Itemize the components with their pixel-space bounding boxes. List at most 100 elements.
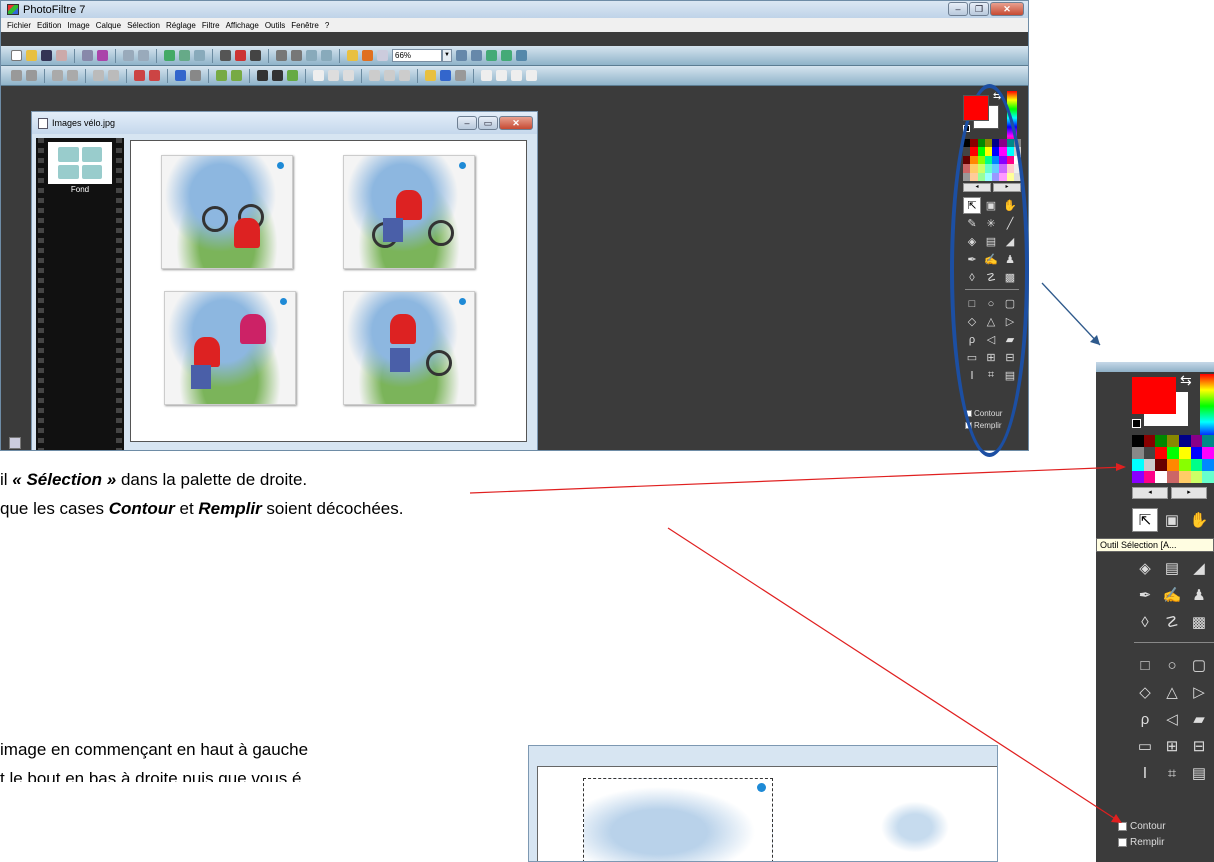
select-all-icon[interactable]: [306, 50, 317, 61]
triangle-right-icon[interactable]: ▷: [1186, 679, 1212, 705]
align-icon[interactable]: Ⅰ: [1132, 760, 1158, 786]
color-swatch[interactable]: [1143, 459, 1156, 471]
ratio-32-icon[interactable]: ⊟: [1186, 733, 1212, 759]
reset-colors-icon[interactable]: [1132, 419, 1141, 428]
color-swatch[interactable]: [1202, 447, 1214, 459]
saturation-minus-icon[interactable]: [149, 70, 160, 81]
copy-icon[interactable]: [164, 50, 175, 61]
zoom-in-icon[interactable]: [456, 50, 467, 61]
menu-help[interactable]: ?: [325, 21, 329, 30]
rectangle-shape-icon[interactable]: □: [1132, 652, 1158, 678]
brightness-icon[interactable]: [52, 70, 63, 81]
fullscreen-icon[interactable]: [377, 50, 388, 61]
edge-icon[interactable]: [399, 70, 410, 81]
zoom-remplir-checkbox[interactable]: Remplir: [1118, 837, 1164, 848]
color-swatch[interactable]: [1202, 471, 1214, 483]
zoom-hue-bar[interactable]: [1200, 374, 1214, 438]
image-size-icon[interactable]: [220, 50, 231, 61]
histogram-icon[interactable]: [250, 50, 261, 61]
menu-reglage[interactable]: Réglage: [166, 21, 196, 30]
rounded-rect-icon[interactable]: ▢: [1186, 652, 1212, 678]
brightness-minus-icon[interactable]: [67, 70, 78, 81]
color-swatch[interactable]: [1132, 471, 1144, 483]
zoom-out-icon[interactable]: [471, 50, 482, 61]
color-swatch[interactable]: [1178, 471, 1191, 483]
image-restore-button[interactable]: ▭: [478, 116, 498, 130]
layer-thumbnail[interactable]: [48, 142, 112, 184]
automation-icon[interactable]: [362, 50, 373, 61]
save-as-icon[interactable]: [56, 50, 67, 61]
border-icon[interactable]: [496, 70, 507, 81]
image-close-button[interactable]: ✕: [499, 116, 533, 130]
frame-icon[interactable]: [526, 70, 537, 81]
lasso-icon[interactable]: ρ: [1132, 706, 1158, 732]
chevron-down-icon[interactable]: ▼: [442, 49, 452, 62]
blur-icon[interactable]: [313, 70, 324, 81]
color-swatch[interactable]: [1167, 459, 1179, 471]
selection-frame-icon[interactable]: ⌗: [1159, 760, 1185, 786]
swatch-next-button[interactable]: ▸: [1171, 487, 1207, 499]
advanced-brush-icon[interactable]: ✍: [1159, 582, 1185, 608]
layer-status-icon[interactable]: [9, 437, 21, 449]
gamma-icon[interactable]: [175, 70, 186, 81]
color-swatch[interactable]: [1155, 435, 1168, 447]
color-swatch[interactable]: [1190, 447, 1203, 459]
crop-icon[interactable]: [276, 50, 287, 61]
menu-edition[interactable]: Edition: [37, 21, 61, 30]
color-swatch[interactable]: [1167, 471, 1179, 483]
color-swatch[interactable]: [1190, 435, 1203, 447]
contrast-minus-icon[interactable]: [108, 70, 119, 81]
swatch-prev-button[interactable]: ◂: [1132, 487, 1168, 499]
menu-outils[interactable]: Outils: [265, 21, 285, 30]
image-canvas[interactable]: [130, 140, 527, 442]
save-icon[interactable]: [41, 50, 52, 61]
menu-affichage[interactable]: Affichage: [226, 21, 259, 30]
hand-tool-icon[interactable]: ✋: [1186, 508, 1212, 532]
noise-icon[interactable]: [369, 70, 380, 81]
diamond-shape-icon[interactable]: ◇: [1132, 679, 1158, 705]
ratio-43-icon[interactable]: ⊞: [1159, 733, 1185, 759]
stamp-icon[interactable]: ♟: [1186, 582, 1212, 608]
color-swatch[interactable]: [1178, 447, 1191, 459]
ellipse-shape-icon[interactable]: ○: [1159, 652, 1185, 678]
redo-icon[interactable]: [138, 50, 149, 61]
open-file-icon[interactable]: [26, 50, 37, 61]
color-swatch[interactable]: [1167, 447, 1179, 459]
ratio-free-icon[interactable]: ▭: [1132, 733, 1158, 759]
zoom-contour-checkbox[interactable]: Contour: [1118, 821, 1166, 832]
menu-filtre[interactable]: Filtre: [202, 21, 220, 30]
color-swatch[interactable]: [1190, 471, 1203, 483]
display-icon[interactable]: [516, 50, 527, 61]
text-icon[interactable]: [321, 50, 332, 61]
color-swatch[interactable]: [1202, 435, 1214, 447]
color-swatch[interactable]: [1143, 447, 1156, 459]
flip-h-icon[interactable]: [425, 70, 436, 81]
window-icon[interactable]: ▤: [1186, 760, 1212, 786]
auto-level-icon[interactable]: [11, 70, 22, 81]
swap-colors-icon[interactable]: ⇆: [1180, 372, 1192, 389]
triangle-shape-icon[interactable]: △: [1159, 679, 1185, 705]
spray-tool-icon[interactable]: ▤: [1159, 555, 1185, 581]
grayscale-icon[interactable]: [257, 70, 268, 81]
print-icon[interactable]: [82, 50, 93, 61]
clone-icon[interactable]: ▩: [1186, 609, 1212, 635]
color-swatch[interactable]: [1132, 447, 1144, 459]
menu-fichier[interactable]: Fichier: [7, 21, 31, 30]
new-file-icon[interactable]: [11, 50, 22, 61]
fit-window-icon[interactable]: [486, 50, 497, 61]
color-swatch[interactable]: [1178, 459, 1191, 471]
zoom-select[interactable]: 66%: [392, 49, 442, 62]
saturation-icon[interactable]: [134, 70, 145, 81]
selection-tool-icon[interactable]: ⇱: [1132, 508, 1158, 532]
mask-icon[interactable]: [511, 70, 522, 81]
sepia-icon[interactable]: [272, 70, 283, 81]
close-button[interactable]: ✕: [990, 2, 1024, 16]
color-swatch[interactable]: [1155, 471, 1168, 483]
actual-size-icon[interactable]: [501, 50, 512, 61]
color-swatch[interactable]: [1132, 435, 1144, 447]
color-swatch[interactable]: [1202, 459, 1214, 471]
brush-icon[interactable]: ✒: [1132, 582, 1158, 608]
gamma-minus-icon[interactable]: [190, 70, 201, 81]
paste-icon[interactable]: [179, 50, 190, 61]
color-swatch[interactable]: [1155, 447, 1168, 459]
